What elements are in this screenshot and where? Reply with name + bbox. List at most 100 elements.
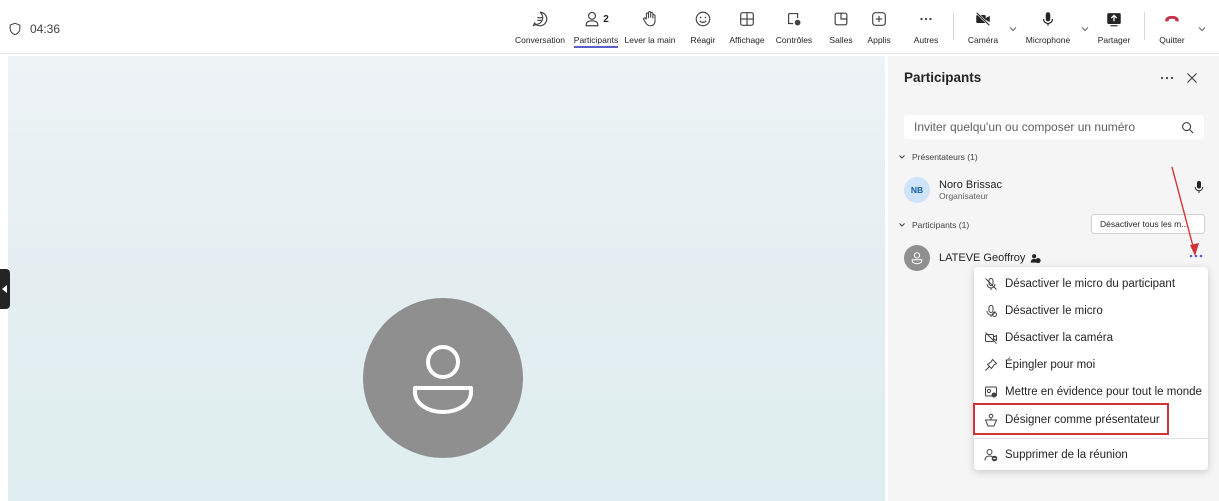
presenter-name: Noro Brissac bbox=[939, 179, 1002, 191]
grid-icon bbox=[740, 12, 754, 26]
menu-item-label: Désactiver le micro du participant bbox=[1005, 278, 1176, 290]
more-label: Autres bbox=[913, 35, 939, 45]
controls-label: Contrôles bbox=[775, 35, 813, 45]
controls-icon bbox=[788, 13, 801, 26]
participant-avatar-large bbox=[363, 298, 523, 458]
rooms-button[interactable]: Salles bbox=[824, 8, 858, 50]
menu-item-spotlight[interactable]: Mettre en évidence pour tout le monde bbox=[974, 379, 1208, 405]
menu-item-mute-participant[interactable]: Désactiver le micro du participant bbox=[974, 271, 1208, 297]
camera-label: Caméra bbox=[967, 35, 999, 45]
mute-all-button[interactable]: Désactiver tous les m... bbox=[1091, 214, 1205, 234]
participants-label: Participants bbox=[573, 35, 619, 48]
presenters-section-label: Présentateurs (1) bbox=[912, 152, 978, 162]
timer-text: 04:36 bbox=[30, 22, 61, 36]
hang-up-icon bbox=[1165, 15, 1179, 22]
panel-title: Participants bbox=[904, 70, 982, 85]
pin-icon bbox=[985, 358, 998, 371]
microphone-label: Microphone bbox=[1025, 35, 1071, 45]
search-placeholder: Inviter quelqu'un ou composer un numéro bbox=[914, 120, 1136, 134]
menu-divider bbox=[974, 438, 1208, 439]
camera-off-icon bbox=[985, 332, 997, 344]
apps-label: Applis bbox=[867, 35, 891, 45]
meeting-toolbar: 04:36 Conversation 2 Participants Lever … bbox=[0, 0, 1219, 54]
participants-section-label: Participants (1) bbox=[912, 220, 970, 230]
raise-hand-label: Lever la main bbox=[624, 35, 676, 45]
participants-count: 2 bbox=[603, 13, 609, 25]
menu-item-label: Désactiver le micro bbox=[1005, 305, 1103, 317]
more-icon bbox=[920, 17, 932, 21]
microphone-options-chevron-icon[interactable] bbox=[1080, 24, 1090, 34]
menu-item-pin-for-me[interactable]: Épingler pour moi bbox=[974, 352, 1208, 378]
close-icon[interactable] bbox=[1184, 70, 1200, 86]
share-label: Partager bbox=[1097, 35, 1131, 45]
more-icon[interactable] bbox=[1158, 70, 1176, 86]
participants-button[interactable]: 2 Participants bbox=[571, 8, 621, 50]
presenter-role: Organisateur bbox=[939, 191, 989, 201]
share-icon bbox=[1107, 13, 1121, 27]
person-icon bbox=[413, 345, 473, 414]
caret-left-icon bbox=[2, 285, 7, 293]
mic-icon bbox=[986, 305, 997, 317]
microphone-icon bbox=[1042, 12, 1054, 26]
invite-search-input[interactable]: Inviter quelqu'un ou composer un numéro bbox=[904, 115, 1204, 139]
microphone-button[interactable]: Microphone bbox=[1020, 8, 1076, 50]
side-panel-toggle[interactable] bbox=[0, 269, 10, 309]
camera-off-icon bbox=[975, 11, 991, 27]
video-stage bbox=[8, 56, 885, 501]
menu-item-make-presenter[interactable]: Désigner comme présentateur bbox=[974, 407, 1208, 433]
chat-icon bbox=[532, 11, 548, 27]
participants-section-header[interactable]: Participants (1) bbox=[898, 220, 969, 230]
menu-item-remove-from-meeting[interactable]: Supprimer de la réunion bbox=[974, 442, 1208, 468]
menu-item-disable-camera[interactable]: Désactiver la caméra bbox=[974, 325, 1208, 351]
view-label: Affichage bbox=[729, 35, 765, 45]
react-button[interactable]: Réagir bbox=[686, 8, 720, 50]
react-label: Réagir bbox=[690, 35, 716, 45]
presenter-icon bbox=[984, 413, 998, 427]
toolbar-divider bbox=[953, 12, 954, 40]
menu-item-mute-mic[interactable]: Désactiver le micro bbox=[974, 298, 1208, 324]
more-button[interactable]: Autres bbox=[910, 8, 942, 50]
camera-button[interactable]: Caméra bbox=[963, 8, 1003, 50]
chevron-down-icon bbox=[899, 223, 905, 227]
leave-button[interactable]: Quitter bbox=[1154, 8, 1190, 50]
presenter-row[interactable]: NB Noro Brissac Organisateur bbox=[904, 177, 1002, 203]
microphone-icon bbox=[1194, 181, 1204, 193]
view-button[interactable]: Affichage bbox=[726, 8, 768, 50]
spotlight-icon bbox=[985, 386, 997, 398]
toolbar-divider bbox=[1144, 12, 1145, 40]
person-icon bbox=[911, 252, 923, 265]
person-remove-icon bbox=[984, 449, 998, 462]
conversation-button[interactable]: Conversation bbox=[513, 8, 567, 50]
controls-button[interactable]: Contrôles bbox=[772, 8, 816, 50]
conversation-label: Conversation bbox=[514, 35, 566, 45]
chevron-down-icon bbox=[899, 155, 905, 159]
avatar: NB bbox=[904, 177, 930, 203]
participant-more-options-icon[interactable] bbox=[1188, 252, 1204, 260]
rooms-label: Salles bbox=[829, 35, 853, 45]
add-app-icon bbox=[872, 12, 886, 26]
participant-name: LATEVE Geoffroy bbox=[939, 252, 1026, 264]
menu-item-label: Désactiver la caméra bbox=[1005, 332, 1114, 344]
mic-off-icon bbox=[985, 278, 997, 290]
share-button[interactable]: Partager bbox=[1093, 8, 1135, 50]
people-icon bbox=[585, 11, 599, 27]
search-icon bbox=[1182, 121, 1194, 133]
rooms-icon bbox=[834, 12, 848, 26]
leave-options-chevron-icon[interactable] bbox=[1197, 24, 1207, 34]
hand-icon bbox=[643, 11, 656, 27]
menu-item-label: Mettre en évidence pour tout le monde bbox=[1005, 386, 1202, 398]
avatar bbox=[904, 245, 930, 271]
participant-context-menu: Désactiver le micro du participant Désac… bbox=[974, 267, 1208, 470]
emoji-icon bbox=[695, 11, 711, 27]
apps-button[interactable]: Applis bbox=[866, 8, 892, 50]
presenters-section-header[interactable]: Présentateurs (1) bbox=[898, 152, 978, 162]
shield-icon bbox=[9, 22, 21, 36]
guest-badge-icon bbox=[1031, 253, 1042, 263]
menu-item-label: Épingler pour moi bbox=[1005, 359, 1096, 371]
menu-item-label: Désigner comme présentateur bbox=[1005, 414, 1160, 426]
leave-label: Quitter bbox=[1159, 35, 1185, 45]
meeting-timer: 04:36 bbox=[8, 22, 60, 36]
raise-hand-button[interactable]: Lever la main bbox=[623, 8, 677, 50]
camera-options-chevron-icon[interactable] bbox=[1008, 24, 1018, 34]
menu-item-label: Supprimer de la réunion bbox=[1005, 449, 1128, 461]
